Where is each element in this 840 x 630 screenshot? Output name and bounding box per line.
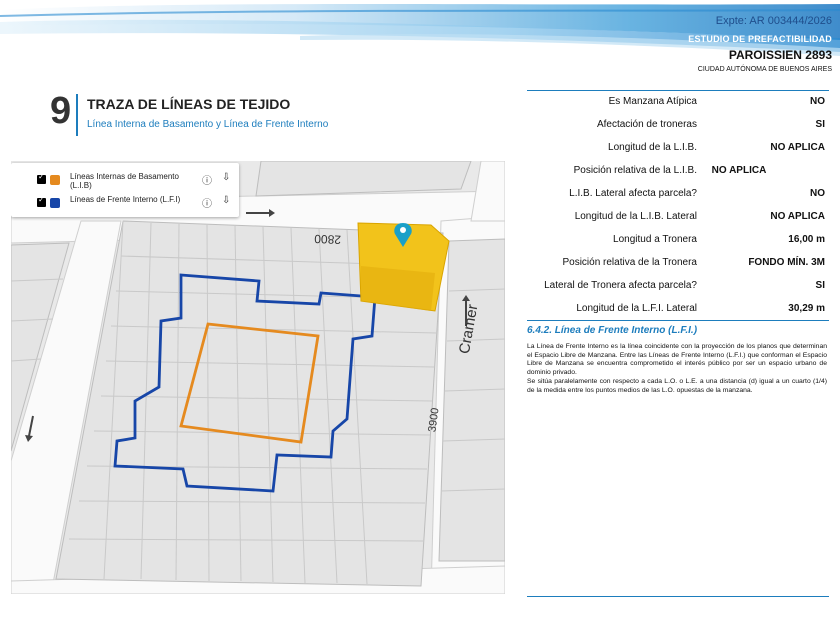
section-subtitle: Línea Interna de Basamento y Línea de Fr… [87, 119, 329, 130]
map-view[interactable]: 2800 Cramer 3900 Líneas Internas de Basa… [11, 161, 505, 594]
row-label: Longitud de la L.I.B. Lateral [574, 211, 697, 222]
legend-lfi-swatch [50, 198, 60, 208]
map-canvas[interactable]: 2800 Cramer 3900 [11, 161, 505, 594]
lfi-heading: 6.4.2. Línea de Frente Interno (L.F.I.) [527, 325, 698, 336]
table-row: Longitud a Tronera 16,00 m [527, 229, 829, 251]
row-label: Lateral de Tronera afecta parcela? [544, 280, 697, 291]
lfi-paragraph-1: La Línea de Frente Interno es la línea c… [527, 343, 827, 377]
row-label: Es Manzana Atípica [608, 96, 697, 107]
bottom-rule [527, 596, 829, 597]
row-value: NO APLICA [711, 165, 767, 176]
map-legend: Líneas Internas de Basamento (L.I.B) ⓘ ⇩… [11, 163, 239, 217]
title-divider [76, 94, 78, 136]
legend-lfi-checkbox[interactable] [37, 195, 46, 207]
header-banner [0, 4, 840, 56]
lfi-paragraph-2: Se sitúa paralelamente con respecto a ca… [527, 377, 827, 394]
address: PAROISSIEN 2893 [728, 48, 832, 62]
legend-lib-checkbox[interactable] [37, 172, 46, 184]
row-value: SI [815, 280, 825, 291]
study-type: ESTUDIO DE PREFACTIBILIDAD [688, 34, 832, 44]
table-row: Lateral de Tronera afecta parcela? SI [527, 275, 829, 297]
section-number: 9 [50, 90, 72, 132]
download-icon[interactable]: ⇩ [222, 195, 230, 206]
expediente-number: Expte: AR 003444/2026 [715, 15, 832, 27]
row-value: 16,00 m [788, 234, 825, 245]
table-row: Posición relativa de la Tronera FONDO MÍ… [527, 252, 829, 274]
row-value: NO APLICA [770, 142, 825, 153]
download-icon[interactable]: ⇩ [222, 172, 230, 183]
row-value: 30,29 m [788, 303, 825, 314]
row-label: Afectación de troneras [596, 119, 697, 130]
row-value: SI [815, 119, 825, 130]
legend-item-lfi[interactable]: Líneas de Frente Interno (L.F.I) ⓘ ⇩ [37, 195, 239, 219]
info-icon[interactable]: ⓘ [202, 172, 212, 187]
legend-lfi-label: Líneas de Frente Interno (L.F.I) [70, 195, 181, 204]
table-row: L.I.B. Lateral afecta parcela? NO [527, 183, 829, 205]
lfi-description: La Línea de Frente Interno es la línea c… [527, 343, 827, 395]
row-label: Longitud de la L.I.B. [608, 142, 697, 153]
table-row: Longitud de la L.I.B. NO APLICA [527, 137, 829, 159]
row-value: NO [810, 188, 825, 199]
row-label: Posición relativa de la Tronera [562, 257, 697, 268]
street-number-top: 2800 [314, 232, 341, 247]
row-label: Longitud de la L.F.I. Lateral [576, 303, 697, 314]
table-row: Longitud de la L.F.I. Lateral 30,29 m [527, 298, 829, 320]
legend-lib-swatch [50, 175, 60, 185]
row-label: L.I.B. Lateral afecta parcela? [569, 188, 697, 199]
row-value: NO APLICA [770, 211, 825, 222]
table-row: Afectación de troneras SI [527, 114, 829, 136]
row-value: FONDO MÍN. 3M [748, 257, 825, 268]
city: CIUDAD AUTÓNOMA DE BUENOS AIRES [697, 66, 832, 73]
section-title: TRAZA DE LÍNEAS DE TEJIDO [87, 96, 291, 112]
info-icon[interactable]: ⓘ [202, 195, 212, 210]
table-row: Posición relativa de la L.I.B. NO APLICA [527, 160, 829, 182]
table-row: Longitud de la L.I.B. Lateral NO APLICA [527, 206, 829, 228]
row-value: NO [810, 96, 825, 107]
legend-lib-label: Líneas Internas de Basamento (L.I.B) [70, 172, 179, 190]
row-label: Posición relativa de la L.I.B. [573, 165, 697, 176]
legend-item-lib[interactable]: Líneas Internas de Basamento (L.I.B) ⓘ ⇩ [37, 172, 239, 196]
table-row: Es Manzana Atípica NO [527, 91, 829, 113]
table-bottom-rule [527, 320, 829, 321]
row-label: Longitud a Tronera [613, 234, 697, 245]
